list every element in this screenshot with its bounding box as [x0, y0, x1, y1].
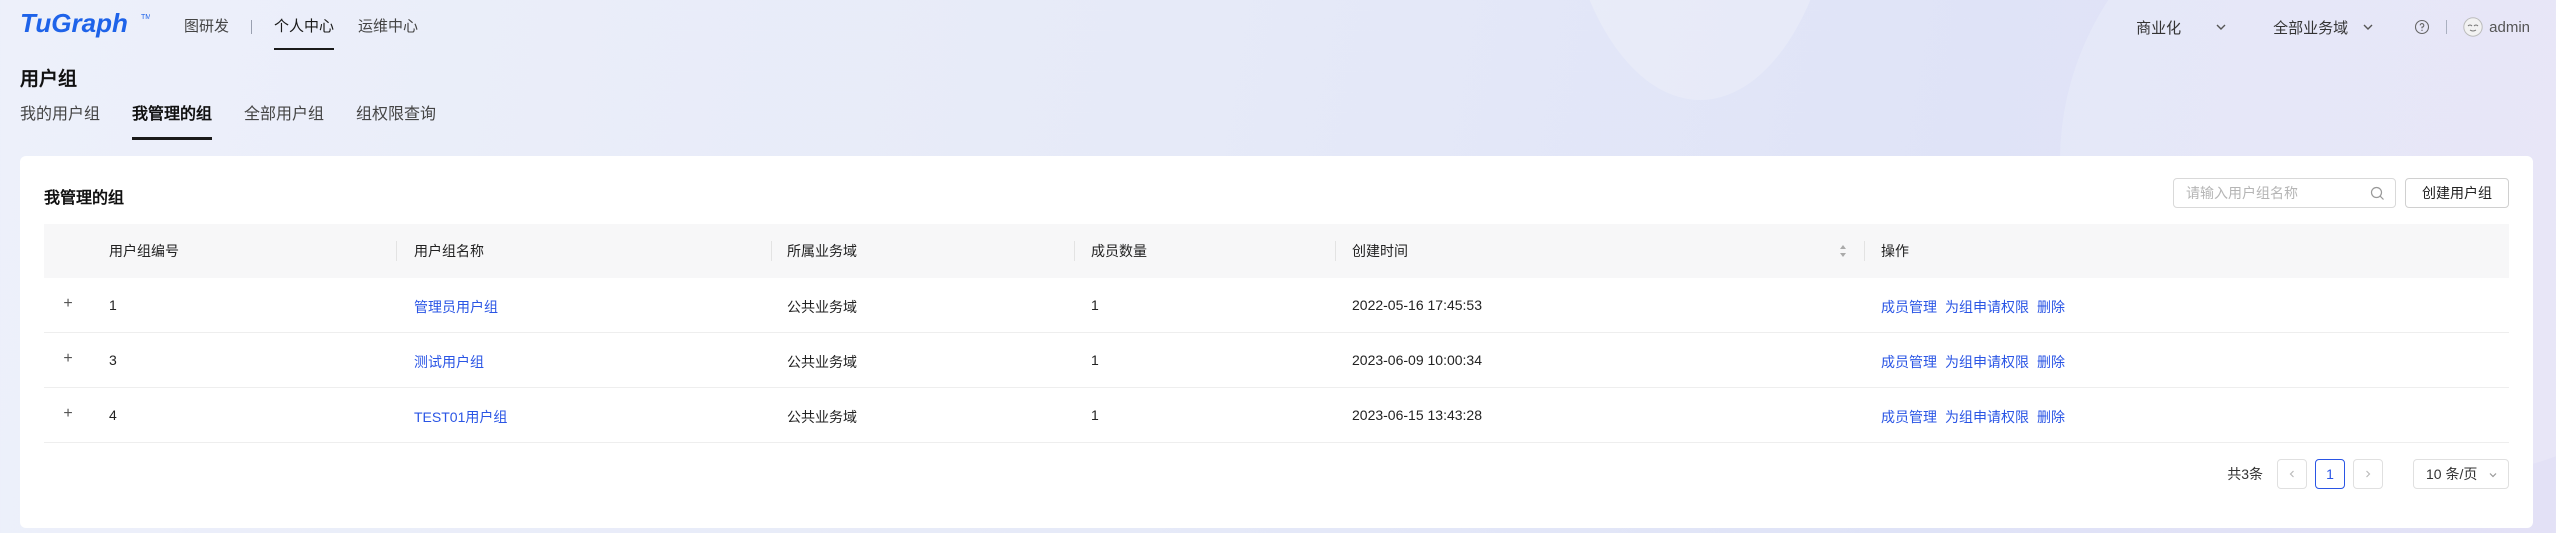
column-header-actions: 操作 [1881, 243, 1909, 259]
tab-all-groups[interactable]: 全部用户组 [244, 98, 324, 140]
tab-my-groups[interactable]: 我的用户组 [20, 98, 100, 140]
page-title: 用户组 [20, 69, 78, 90]
user-name[interactable]: admin [2489, 19, 2530, 36]
nav-divider [251, 20, 253, 34]
nav-divider [2446, 20, 2448, 34]
expand-row-icon[interactable]: + [60, 295, 76, 313]
manage-members-link[interactable]: 成员管理 [1881, 407, 1937, 427]
pagination: 共3条 1 10 条/页 [2227, 459, 2509, 489]
row-actions: 成员管理 为组申请权限 删除 [1881, 407, 2065, 427]
created-time: 2023-06-09 10:00:34 [1352, 352, 1482, 368]
request-permission-link[interactable]: 为组申请权限 [1945, 352, 2029, 372]
group-domain: 公共业务域 [787, 409, 857, 425]
table-row: + 1 管理员用户组 公共业务域 1 2022-05-16 17:45:53 成… [44, 278, 2509, 333]
row-actions: 成员管理 为组申请权限 删除 [1881, 352, 2065, 372]
column-header-members: 成员数量 [1091, 243, 1147, 259]
delete-link[interactable]: 删除 [2037, 352, 2065, 372]
nav-item-personal-center[interactable]: 个人中心 [262, 0, 346, 54]
domain-dropdown[interactable]: 全部业务域 [2273, 17, 2374, 38]
tab-bar: 我的用户组 我管理的组 全部用户组 组权限查询 [20, 98, 436, 140]
group-domain: 公共业务域 [787, 299, 857, 315]
group-id: 1 [109, 297, 117, 313]
manage-members-link[interactable]: 成员管理 [1881, 352, 1937, 372]
search-box [2173, 178, 2396, 208]
group-name-link[interactable]: TEST01用户组 [414, 407, 507, 427]
card-title: 我管理的组 [44, 190, 125, 207]
group-id: 4 [109, 407, 117, 423]
table-header: 用户组编号 用户组名称 所属业务域 成员数量 创建时间 操作 [44, 224, 2509, 278]
main-nav: 图研发 个人中心 运维中心 [172, 0, 430, 54]
domain-label: 全部业务域 [2273, 19, 2349, 37]
create-group-button[interactable]: 创建用户组 [2405, 178, 2509, 208]
search-icon[interactable] [2370, 186, 2385, 201]
svg-text:TM: TM [141, 14, 150, 21]
help-icon[interactable] [2414, 19, 2430, 35]
total-count: 共3条 [2227, 466, 2263, 482]
table-row: + 3 测试用户组 公共业务域 1 2023-06-09 10:00:34 成员… [44, 333, 2509, 388]
avatar-icon[interactable] [2463, 17, 2483, 37]
chevron-left-icon [2289, 470, 2294, 478]
expand-row-icon[interactable]: + [60, 350, 76, 368]
group-domain: 公共业务域 [787, 354, 857, 370]
group-name-link[interactable]: 管理员用户组 [414, 297, 498, 317]
row-actions: 成员管理 为组申请权限 删除 [1881, 297, 2065, 317]
delete-link[interactable]: 删除 [2037, 407, 2065, 427]
top-navbar: TuGraph TM 图研发 个人中心 运维中心 商业化 全部业务域 admin [0, 0, 2556, 54]
tugraph-logo[interactable]: TuGraph TM [20, 9, 150, 39]
chevron-down-icon [2216, 24, 2226, 30]
group-table: 用户组编号 用户组名称 所属业务域 成员数量 创建时间 操作 + 1 管理员用户… [44, 224, 2509, 443]
expand-row-icon[interactable]: + [60, 405, 76, 423]
column-header-created: 创建时间 [1352, 243, 1408, 259]
column-header-name: 用户组名称 [414, 243, 484, 259]
page-size-select[interactable]: 10 条/页 [2413, 459, 2509, 489]
search-input[interactable] [2174, 179, 2354, 207]
member-count: 1 [1091, 407, 1099, 423]
table-row: + 4 TEST01用户组 公共业务域 1 2023-06-15 13:43:2… [44, 388, 2509, 443]
tab-managed-groups[interactable]: 我管理的组 [132, 98, 213, 140]
sort-icon[interactable] [1838, 243, 1848, 259]
nav-item-ops-center[interactable]: 运维中心 [346, 0, 430, 54]
column-header-id: 用户组编号 [109, 243, 179, 259]
member-count: 1 [1091, 297, 1099, 313]
request-permission-link[interactable]: 为组申请权限 [1945, 407, 2029, 427]
created-time: 2023-06-15 13:43:28 [1352, 407, 1482, 423]
chevron-down-icon [2489, 473, 2497, 478]
group-list-card: 我管理的组 创建用户组 用户组编号 用户组名称 所属业务域 成员数量 创建时间 … [20, 156, 2533, 528]
mode-label: 商业化 [2136, 19, 2182, 37]
chevron-down-icon [2363, 24, 2373, 30]
mode-dropdown[interactable]: 商业化 [2136, 17, 2227, 38]
prev-page-button[interactable] [2277, 459, 2307, 489]
delete-link[interactable]: 删除 [2037, 297, 2065, 317]
request-permission-link[interactable]: 为组申请权限 [1945, 297, 2029, 317]
chevron-right-icon [2366, 470, 2371, 478]
nav-item-graph-dev[interactable]: 图研发 [172, 0, 241, 54]
svg-text:TuGraph: TuGraph [20, 9, 128, 38]
tab-permission-query[interactable]: 组权限查询 [356, 98, 436, 140]
created-time: 2022-05-16 17:45:53 [1352, 297, 1482, 313]
right-nav: 商业化 全部业务域 admin [2136, 0, 2530, 54]
group-name-link[interactable]: 测试用户组 [414, 352, 484, 372]
group-id: 3 [109, 352, 117, 368]
next-page-button[interactable] [2353, 459, 2383, 489]
page-size-label: 10 条/页 [2426, 466, 2478, 482]
member-count: 1 [1091, 352, 1099, 368]
manage-members-link[interactable]: 成员管理 [1881, 297, 1937, 317]
column-header-domain: 所属业务域 [787, 243, 857, 259]
page-number-button[interactable]: 1 [2315, 459, 2345, 489]
